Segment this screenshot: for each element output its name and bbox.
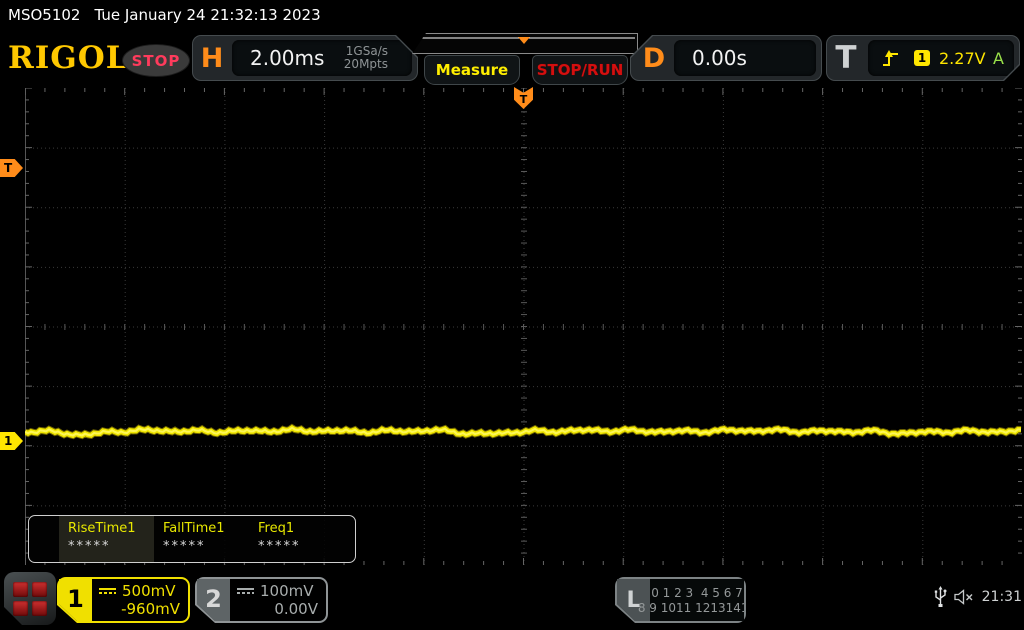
graticule: [25, 88, 1022, 565]
stop-run-button[interactable]: STOP/RUN: [532, 55, 628, 85]
preview-waveform-icon: [413, 34, 637, 53]
channel2-panel[interactable]: 2 100mV 0.00V: [195, 577, 328, 623]
measurement-item-falltime[interactable]: FallTime1 *****: [154, 516, 249, 562]
measurement-value: *****: [258, 539, 344, 554]
trigger-level-marker[interactable]: T: [0, 159, 23, 177]
trigger-panel[interactable]: T 1 2.27V A: [826, 35, 1020, 81]
measurement-label: FallTime1: [163, 521, 249, 536]
oscilloscope-screen: MSO5102 Tue January 24 21:32:13 2023 RIGO…: [0, 0, 1024, 630]
trigger-mode: A: [993, 49, 1004, 68]
acquisition-info: 1GSa/s20Mpts: [344, 45, 412, 71]
logic-channels-row1: 0 1 2 3 4 5 6 7: [651, 586, 743, 600]
channel1-position-marker[interactable]: 1: [0, 432, 23, 450]
timebase-value: 2.00ms: [232, 46, 344, 70]
measurement-results-box[interactable]: RiseTime1 ***** FallTime1 ***** Freq1 **…: [28, 515, 356, 563]
channel1-offset: -960mV: [99, 600, 180, 618]
trigger-source-badge: 1: [914, 50, 930, 66]
measurement-item-freq[interactable]: Freq1 *****: [249, 516, 344, 562]
measurement-label: RiseTime1: [68, 521, 154, 536]
quick-menu-button[interactable]: [4, 572, 56, 625]
horizontal-preview-strip[interactable]: [412, 33, 638, 54]
measurement-value: *****: [68, 539, 154, 554]
sample-rate: 1GSa/s: [346, 44, 388, 58]
logic-channels-row2: 8 9 1011 12131415: [638, 601, 756, 615]
memory-depth: 20Mpts: [344, 57, 388, 71]
channel2-offset: 0.00V: [237, 600, 318, 618]
rising-edge-trigger-icon: [882, 48, 900, 68]
datetime: Tue January 24 21:32:13 2023: [94, 6, 320, 24]
dc-coupling-icon: [99, 588, 116, 594]
titlebar: MSO5102 Tue January 24 21:32:13 2023: [8, 6, 321, 24]
measurement-item-risetime[interactable]: RiseTime1 *****: [59, 516, 154, 562]
grid-menu-icon: [13, 582, 47, 616]
measurement-label: Freq1: [258, 521, 344, 536]
channel1-scale: 500mV: [122, 582, 176, 600]
dc-coupling-icon: [237, 588, 254, 594]
rigol-logo: RIGOL: [8, 40, 129, 76]
horizontal-panel[interactable]: H 2.00ms 1GSa/s20Mpts: [192, 35, 418, 81]
channel1-waveform: [25, 88, 1022, 565]
delay-value: 0.00s: [674, 46, 747, 70]
preview-position-marker: [518, 37, 530, 44]
trigger-label: T: [827, 36, 865, 80]
delay-panel[interactable]: D 0.00s: [630, 35, 822, 81]
channel2-number: 2: [197, 579, 230, 621]
model-name: MSO5102: [8, 6, 80, 24]
trigger-level-value: 2.27V: [939, 49, 986, 68]
system-clock: 21:31: [982, 589, 1022, 605]
channel1-number: 1: [59, 579, 92, 621]
measurement-value: *****: [163, 539, 249, 554]
channel2-scale: 100mV: [260, 582, 314, 600]
measure-button[interactable]: Measure: [424, 55, 520, 85]
logic-channels-panel[interactable]: L 0 1 2 3 4 5 6 7 8 9 1011 12131415: [615, 577, 746, 623]
horizontal-label: H: [193, 36, 231, 80]
usb-icon: [934, 586, 947, 608]
sound-muted-icon: [954, 589, 975, 605]
delay-label: D: [635, 36, 673, 80]
run-state-badge: STOP: [122, 44, 190, 77]
channel1-panel[interactable]: 1 500mV -960mV: [57, 577, 190, 623]
